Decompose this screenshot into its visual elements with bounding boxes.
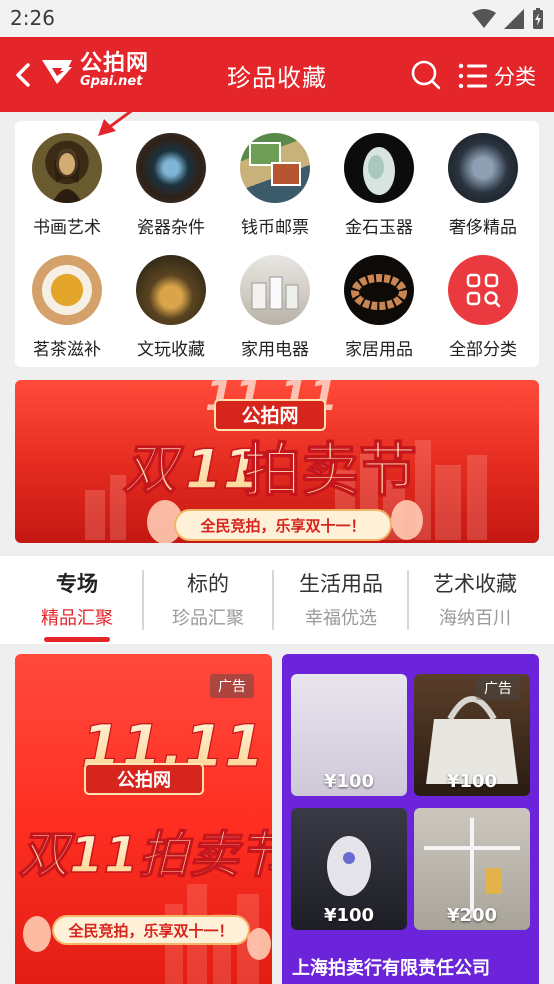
all-categories-icon (448, 255, 518, 325)
promo-brand: 公拍网 (117, 769, 171, 791)
gpai-logo-icon (42, 59, 72, 84)
category-label: 全部分类 (449, 340, 517, 360)
category-item-all[interactable]: 全部分类 (431, 255, 535, 365)
promo-slogan: 全民竞拍，乐享双十一！ (67, 922, 233, 940)
wifi-icon (472, 9, 496, 28)
category-label: 家用电器 (241, 340, 309, 360)
auction-house-name: 上海拍卖行有限责任公司 (292, 958, 490, 979)
category-item-appliances[interactable]: 家用电器 (223, 255, 327, 365)
lot-price: ¥200 (446, 905, 498, 926)
tab-lots[interactable]: 标的 珍品汇聚 (143, 568, 273, 630)
category-label: 钱币邮票 (241, 218, 309, 238)
category-label: 家居用品 (345, 340, 413, 360)
banner-brand: 公拍网 (241, 404, 298, 427)
lot-price: ¥100 (323, 771, 375, 792)
banner-headline-1: 双 (123, 438, 184, 501)
signal-icon (504, 9, 524, 29)
status-bar: 2:26 (0, 0, 554, 37)
banner-slogan: 全民竞拍，乐享双十一！ (199, 517, 365, 535)
category-item-calligraphy-art[interactable]: 书画艺术 (15, 133, 119, 243)
tab-bar: 专场 精品汇聚 标的 珍品汇聚 生活用品 幸福优选 艺术收藏 海纳百川 (0, 556, 554, 644)
tab-divider (407, 570, 409, 630)
category-item-luxury[interactable]: 奢侈精品 (431, 133, 535, 243)
promo-banner[interactable]: 11.11 公拍网 双 11 拍卖节 全民竞拍，乐享双十一！ (15, 380, 539, 543)
annotation-arrow-icon (98, 69, 188, 136)
feed-card-auction-house[interactable]: ¥100 广告 ¥100 ¥100 ¥200 上海拍卖行有限责任公司 (282, 654, 539, 984)
tab-title: 艺术收藏 (433, 572, 517, 596)
lot-thumbnail[interactable]: ¥200 (414, 808, 530, 930)
tab-divider (272, 570, 274, 630)
category-item-home-goods[interactable]: 家居用品 (327, 255, 431, 365)
promo-headline: 双11拍卖节 (19, 826, 272, 884)
tab-special-sessions[interactable]: 专场 精品汇聚 (12, 568, 142, 630)
tea-cup-icon (32, 255, 102, 325)
category-button[interactable]: 分类 (494, 61, 536, 91)
bonsai-icon (136, 255, 206, 325)
tab-art-collection[interactable]: 艺术收藏 海纳百川 (410, 568, 540, 630)
status-time: 2:26 (10, 6, 55, 30)
category-item-tea[interactable]: 茗茶滋补 (15, 255, 119, 365)
tab-subtitle: 幸福优选 (305, 608, 377, 629)
bead-bracelet-icon (344, 255, 414, 325)
feed-card-promo[interactable]: 11.11 公拍网 双11拍卖节 全民竞拍，乐享双十一！ 广告 (15, 654, 272, 984)
tab-subtitle: 珍品汇聚 (172, 608, 244, 629)
category-item-curios[interactable]: 文玩收藏 (119, 255, 223, 365)
search-icon[interactable] (410, 59, 442, 91)
kitchen-appliances-icon (240, 255, 310, 325)
list-menu-icon[interactable] (458, 61, 488, 91)
lot-thumbnail[interactable]: 广告 ¥100 (414, 674, 530, 796)
nav-bar: 公拍网 Gpai.net 珍品收藏 分类 (0, 37, 554, 112)
category-item-coins-stamps[interactable]: 钱币邮票 (223, 133, 327, 243)
tab-subtitle: 精品汇聚 (41, 608, 113, 629)
category-item-jade[interactable]: 金石玉器 (327, 133, 431, 243)
category-label: 瓷器杂件 (137, 218, 205, 238)
ad-badge: 广告 (476, 676, 520, 700)
lot-thumbnail[interactable]: ¥100 (291, 808, 407, 930)
active-tab-indicator (44, 637, 110, 642)
banner-headline-3: 拍卖节 (243, 436, 417, 504)
tab-daily-goods[interactable]: 生活用品 幸福优选 (276, 568, 406, 630)
chevron-left-icon (16, 63, 30, 87)
category-label: 奢侈精品 (449, 218, 517, 238)
category-label: 金石玉器 (345, 218, 413, 238)
back-button[interactable] (8, 55, 38, 95)
promo-card-art: 11.11 公拍网 双11拍卖节 全民竞拍，乐享双十一！ (18, 711, 272, 984)
lot-price: ¥100 (446, 771, 498, 792)
banner-art: 11.11 公拍网 双 11 拍卖节 全民竞拍，乐享双十一！ (85, 380, 487, 543)
tab-subtitle: 海纳百川 (439, 608, 511, 629)
ad-badge: 广告 (210, 674, 254, 698)
category-label: 书画艺术 (33, 218, 101, 238)
lot-thumbnail[interactable]: ¥100 (291, 674, 407, 796)
luxury-icon (448, 133, 518, 203)
category-label: 茗茶滋补 (33, 340, 101, 360)
category-item-porcelain[interactable]: 瓷器杂件 (119, 133, 223, 243)
category-grid: 书画艺术 瓷器杂件 钱币邮票 金石玉器 奢侈精品 茗茶滋补 文玩收藏 家用电器 (15, 121, 539, 367)
category-label: 文玩收藏 (137, 340, 205, 360)
tab-title: 标的 (187, 572, 229, 596)
stamps-icon (240, 133, 310, 203)
tab-title: 生活用品 (299, 572, 383, 596)
lot-price: ¥100 (323, 905, 375, 926)
battery-icon (533, 8, 543, 29)
status-icons (472, 8, 544, 30)
tab-title: 专场 (56, 572, 98, 596)
jade-carving-icon (344, 133, 414, 203)
